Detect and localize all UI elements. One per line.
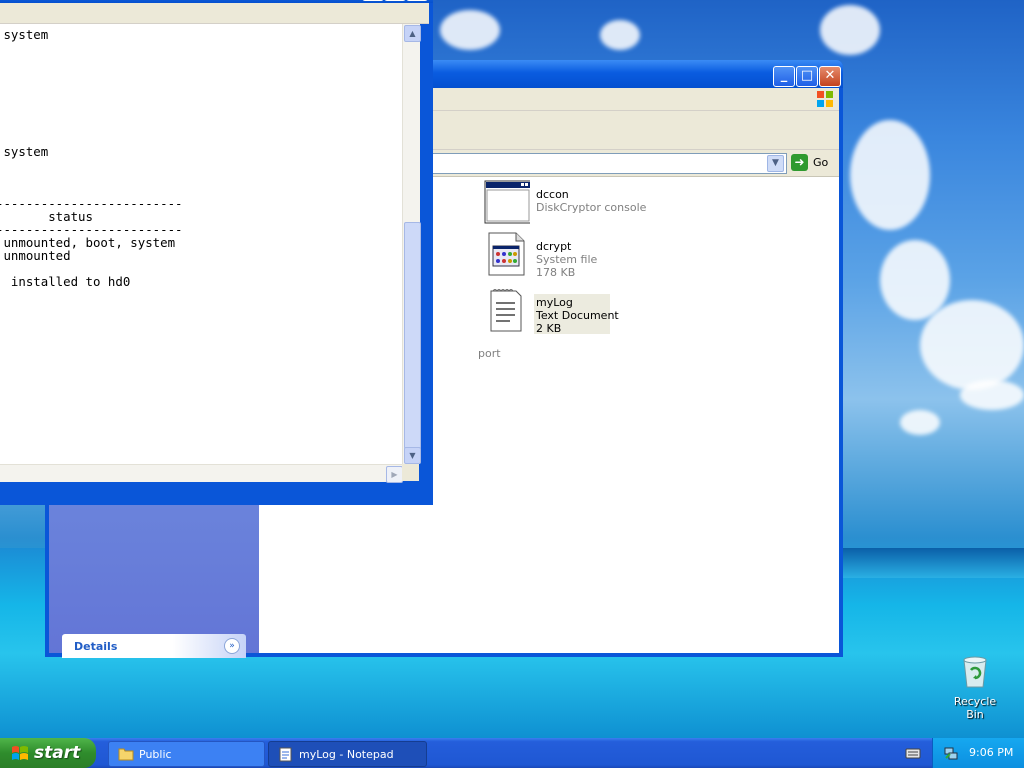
windows-logo-icon [817,91,833,107]
scroll-up-icon[interactable]: ▲ [404,25,421,42]
resize-grip[interactable] [402,464,419,481]
text-document-icon [490,289,522,332]
file-type: System file [536,253,598,266]
go-label: Go [813,156,829,169]
recycle-bin-label: Recycle Bin [953,695,997,721]
minimize-button[interactable]: _ [773,66,795,87]
file-size: 178 KB [536,266,576,279]
file-type: DiskCryptor console [536,201,647,214]
keyboard-icon[interactable] [905,746,921,760]
notepad-close-button[interactable]: ✕ [406,0,428,1]
details-panel-header[interactable]: Details » [62,634,246,658]
notepad-text-area[interactable]: system system ------------------------- … [0,24,402,464]
windows-flag-icon [12,746,28,760]
taskbar-item-mylog-notepad[interactable]: myLog - Notepad [268,741,427,767]
file-type: Text Document [536,309,619,322]
start-label: start [34,743,81,763]
start-button[interactable]: start [0,738,96,768]
notepad-minimize-button[interactable]: _ [362,0,384,1]
recycle-bin-shortcut[interactable]: Recycle Bin [944,656,1006,721]
taskbar-item-label: myLog - Notepad [299,748,394,761]
maximize-button[interactable]: □ [796,66,818,87]
console-app-icon [484,180,530,224]
scroll-right-icon[interactable]: ▶ [386,466,403,483]
recycle-bin-icon [963,656,987,688]
file-item-dcrypt[interactable]: dcrypt System file 178 KB [484,232,684,279]
close-button[interactable]: ✕ [819,66,841,87]
file-item-dccon[interactable]: dccon DiskCryptor console [484,180,684,226]
file-name: dccon [536,188,569,201]
system-file-icon [488,232,525,276]
file-item-mylog[interactable]: myLog Text Document 2 KB [484,288,684,335]
notepad-menu-bar [0,3,429,24]
network-icon[interactable] [943,745,959,761]
taskbar-item-label: Public [139,748,172,761]
chevron-down-icon[interactable]: » [224,638,240,654]
taskbar-item-public[interactable]: Public [108,741,265,767]
notepad-maximize-button[interactable]: □ [384,0,406,1]
notepad-text: system system ------------------------- … [0,27,183,289]
horizontal-scrollbar[interactable]: ▶ [0,464,403,483]
taskbar: start Public myLog - Notepad 9:06 PM [0,738,1024,768]
details-label: Details [74,640,118,653]
file-name: dcrypt [536,240,572,253]
file-name: myLog [536,296,573,309]
scroll-thumb[interactable] [404,222,421,449]
clock: 9:06 PM [969,746,1014,759]
scroll-down-icon[interactable]: ▼ [404,447,421,464]
address-dropdown-icon[interactable]: ▼ [767,155,784,172]
vertical-scrollbar[interactable]: ▲ ▼ [402,24,421,464]
notepad-window: _ □ ✕ system system --------------------… [0,0,433,505]
go-arrow-icon: ➜ [791,154,808,171]
file-size: 2 KB [536,322,562,335]
task-link-partial[interactable]: port [478,347,501,360]
folder-icon [118,748,134,761]
system-tray: 9:06 PM [932,738,1024,768]
notepad-icon [279,747,292,762]
go-button[interactable]: ➜ Go [791,153,837,173]
